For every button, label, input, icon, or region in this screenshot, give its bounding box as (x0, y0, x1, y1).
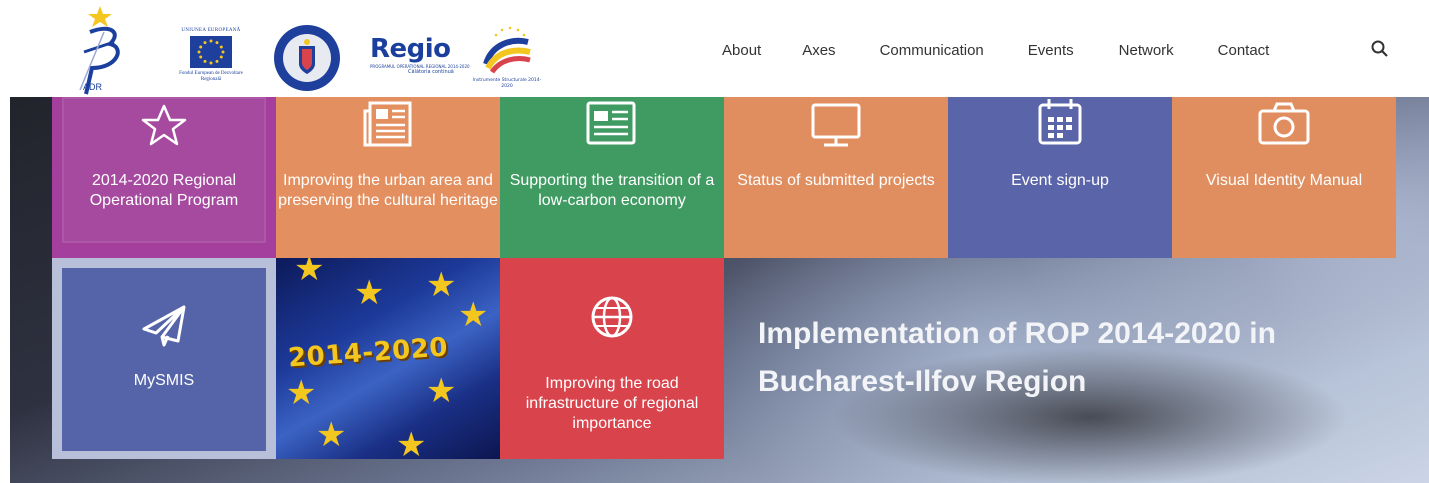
flag-star-icon: ★ (426, 371, 457, 411)
monitor-icon (811, 103, 861, 147)
tile-label: 2014-2020 Regional Operational Program (89, 172, 239, 209)
tile-road-infrastructure[interactable]: Improving the road infrastructure of reg… (500, 258, 724, 459)
camera-icon (1258, 102, 1310, 145)
instrumente-structurale-logo[interactable]: Instrumente Structurale 2014-2020 (472, 24, 542, 94)
government-seal-logo[interactable] (273, 24, 341, 92)
tile-regional-operational-program[interactable]: 2014-2020 Regional Operational Program (52, 97, 276, 258)
tile-label: Supporting the transition of a low-carbo… (509, 172, 715, 209)
tile-label: Event sign-up (1011, 172, 1109, 189)
tile-label: Visual Identity Manual (1205, 172, 1363, 189)
hero-banner: 2014-2020 Regional Operational Program I… (10, 97, 1429, 483)
site-header: ADR UNIUNEA EUROPEANĂ Fondul European de… (0, 0, 1429, 97)
paper-plane-icon (142, 305, 186, 347)
tile-label: Status of submitted projects (737, 172, 935, 189)
flag-star-icon: ★ (458, 295, 489, 335)
tile-label: Improving the road infrastructure of reg… (525, 375, 699, 432)
tile-label: Improving the urban area and preserving … (278, 172, 498, 209)
main-nav: About Axes Communication Events Network … (722, 38, 1269, 62)
document-icon (586, 101, 636, 145)
tile-eu-flag-2014-2020[interactable]: ★ ★ ★ ★ ★ ★ ★ ★ 2014-2020 (276, 258, 500, 459)
nav-item-contact[interactable]: Contact (1218, 42, 1270, 59)
tile-visual-identity-manual[interactable]: Visual Identity Manual (1172, 97, 1396, 258)
flag-star-icon: ★ (396, 425, 427, 459)
nav-item-communication[interactable]: Communication (880, 42, 984, 59)
tile-urban-area-heritage[interactable]: Improving the urban area and preserving … (276, 97, 500, 258)
regio-logo[interactable]: Regio PROGRAMUL OPERAȚIONAL REGIONAL 201… (368, 34, 470, 75)
tile-low-carbon-economy[interactable]: Supporting the transition of a low-carbo… (500, 97, 724, 258)
government-seal-icon (274, 25, 340, 91)
regio-logo-word: Regio (370, 34, 451, 64)
tile-status-submitted-projects[interactable]: Status of submitted projects (724, 97, 948, 258)
adr-logo-text: ADR (83, 82, 103, 92)
calendar-icon (1038, 99, 1082, 145)
flag-star-icon: ★ (294, 258, 325, 289)
newspaper-icon (363, 101, 412, 147)
tile-label: MySMIS (133, 372, 195, 389)
flag-star-icon: ★ (286, 373, 317, 413)
instrumente-structurale-text: Instrumente Structurale 2014-2020 (472, 78, 542, 89)
eu-flag-icon (190, 36, 232, 68)
tile-mysmis[interactable]: MySMIS (52, 258, 276, 459)
nav-item-axes[interactable]: Axes (802, 42, 835, 59)
search-button[interactable] (1369, 38, 1391, 60)
star-icon (141, 104, 187, 146)
flag-star-icon: ★ (426, 265, 457, 305)
search-icon (1371, 40, 1388, 57)
flag-star-icon: ★ (354, 273, 385, 313)
hero-title: Implementation of ROP 2014-2020 in Bucha… (758, 317, 1276, 398)
eu-logo-title: UNIUNEA EUROPEANĂ (181, 28, 241, 33)
flag-star-icon: ★ (316, 415, 347, 455)
tile-inner-panel (62, 268, 266, 451)
eu-logo-subtitle: Fondul European de Dezvoltare Regională (179, 71, 243, 82)
regio-logo-tagline: Călătoria continuă (408, 69, 454, 75)
nav-item-events[interactable]: Events (1028, 42, 1074, 59)
globe-icon (591, 296, 633, 338)
adr-logo[interactable]: ADR (70, 2, 130, 97)
eu-logo[interactable]: UNIUNEA EUROPEANĂ Fondul European de Dez… (176, 28, 246, 90)
tile-event-sign-up[interactable]: Event sign-up (948, 97, 1172, 258)
nav-item-about[interactable]: About (722, 42, 761, 59)
flag-year-label: 2014-2020 (287, 332, 449, 374)
nav-item-network[interactable]: Network (1119, 42, 1174, 59)
instrumente-structurale-icon (483, 26, 531, 74)
